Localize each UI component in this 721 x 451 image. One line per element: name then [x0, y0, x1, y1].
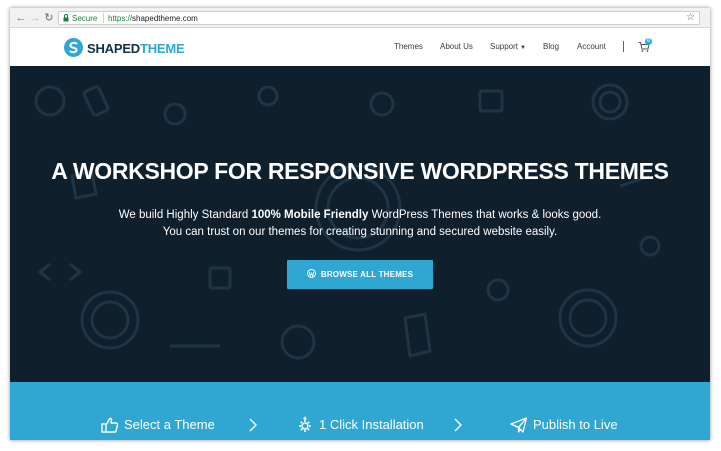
- gear-install-icon: [299, 416, 311, 432]
- back-arrow-icon[interactable]: ←: [14, 11, 28, 25]
- chevron-right-icon: [249, 418, 257, 432]
- hero-sub-post: WordPress Themes that works & looks good…: [368, 209, 602, 221]
- steps-bar: Select a Theme 1 Click Installation Publ…: [10, 382, 710, 440]
- hero-subtitle-line1: We build Highly Standard 100% Mobile Fri…: [10, 207, 710, 224]
- nav-support[interactable]: Support ▼: [490, 42, 526, 53]
- logo-text-part1: SHAPED: [87, 41, 140, 56]
- hero-subtitle: We build Highly Standard 100% Mobile Fri…: [10, 207, 710, 241]
- logo-text-part2: THEME: [139, 41, 185, 56]
- cart-count-badge: 0: [645, 38, 652, 45]
- url-text[interactable]: https://shapedtheme.com: [108, 13, 198, 24]
- paper-plane-icon: [510, 417, 528, 433]
- forward-arrow-icon[interactable]: →: [28, 11, 42, 25]
- hero-subtitle-line2: You can trust on our themes for creating…: [162, 226, 558, 238]
- browse-button-label: BROWSE ALL THEMES: [320, 270, 414, 279]
- url-scheme: https://: [108, 14, 133, 23]
- browser-toolbar: ← → ↻ Secure https://shapedtheme.com ☆: [10, 8, 710, 28]
- step-label: 1 Click Installation: [319, 417, 424, 432]
- nav-about-us[interactable]: About Us: [440, 42, 473, 52]
- browse-all-themes-button[interactable]: BROWSE ALL THEMES: [287, 260, 433, 289]
- menu-divider: [623, 41, 624, 52]
- site-header: SHAPEDTHEME Themes About Us Support ▼ Blo…: [10, 29, 710, 66]
- hero-sub-bold: 100% Mobile Friendly: [251, 209, 369, 221]
- lock-icon: [63, 14, 69, 22]
- nav-support-label: Support: [490, 42, 519, 51]
- hero-sub-pre: We build Highly Standard: [118, 209, 252, 221]
- logo-text: SHAPEDTHEME: [87, 41, 185, 56]
- step-label: Publish to Live: [533, 417, 618, 432]
- hero-title: A WORKSHOP FOR RESPONSIVE WORDPRESS THEM…: [51, 158, 669, 184]
- url-host: shapedtheme.com: [132, 14, 198, 23]
- step-label: Select a Theme: [124, 417, 215, 432]
- logo-mark-icon: [64, 38, 83, 57]
- reload-icon[interactable]: ↻: [42, 11, 56, 25]
- nav-themes[interactable]: Themes: [394, 42, 423, 52]
- chevron-right-icon: [454, 418, 462, 432]
- browser-window: ← → ↻ Secure https://shapedtheme.com ☆ S…: [10, 8, 710, 440]
- thumbs-up-icon: [101, 417, 119, 433]
- nav-account[interactable]: Account: [577, 42, 606, 52]
- caret-down-icon: ▼: [520, 45, 526, 51]
- address-bar[interactable]: Secure https://shapedtheme.com ☆: [58, 11, 700, 25]
- hero-section: A WORKSHOP FOR RESPONSIVE WORDPRESS THEM…: [10, 66, 710, 382]
- secure-label: Secure: [72, 14, 98, 23]
- nav-blog[interactable]: Blog: [543, 42, 559, 52]
- url-divider: [103, 13, 104, 23]
- wordpress-icon: [306, 269, 316, 279]
- bookmark-star-icon[interactable]: ☆: [686, 12, 695, 24]
